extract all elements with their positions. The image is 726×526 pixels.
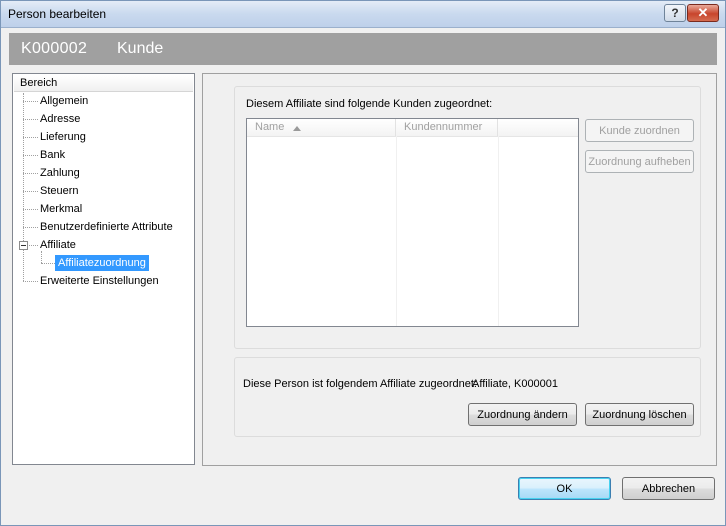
ok-label: OK (556, 482, 573, 495)
tree-connector (23, 93, 24, 281)
tree-item-label: Steuern (40, 185, 79, 197)
tree-item-affiliatezuordnung[interactable]: Affiliatezuordnung (55, 255, 149, 271)
dialog-window: Person bearbeiten ? ✕ K000002 Kunde Bere… (0, 0, 726, 526)
tree-item-zahlung[interactable]: Zahlung (40, 165, 80, 181)
column-divider (498, 136, 499, 326)
tree-connector (23, 101, 38, 102)
remove-assignment-label: Zuordnung aufheben (588, 155, 691, 168)
cancel-button[interactable]: Abbrechen (622, 477, 715, 500)
title-bar[interactable]: Person bearbeiten ? ✕ (1, 1, 725, 28)
tree-connector (23, 227, 38, 228)
delete-assignment-button[interactable]: Zuordnung löschen (585, 403, 694, 426)
tree-item-bank[interactable]: Bank (40, 147, 65, 163)
tree-item-label: Affiliatezuordnung (55, 255, 149, 271)
tree-connector (23, 191, 38, 192)
tree-item-label: Adresse (40, 113, 81, 125)
tree-item-label: Affiliate (40, 239, 76, 251)
person-type: Kunde (117, 40, 164, 57)
tree-item-steuern[interactable]: Steuern (40, 183, 79, 199)
help-button[interactable]: ? (664, 4, 686, 22)
tree-header: Bereich (14, 75, 193, 92)
tree-item-label: Bank (40, 149, 66, 161)
window-title: Person bearbeiten (8, 7, 107, 21)
change-assignment-button[interactable]: Zuordnung ändern (468, 403, 577, 426)
tree-connector (23, 173, 38, 174)
ok-button[interactable]: OK (518, 477, 611, 500)
remove-assignment-button[interactable]: Zuordnung aufheben (585, 150, 694, 173)
tree-item-merkmal[interactable]: Merkmal (40, 201, 82, 217)
person-number: K000002 (21, 40, 88, 57)
customers-list[interactable]: Name Kundennummer (246, 118, 579, 327)
tree-connector (23, 281, 38, 282)
column-header-kundennummer[interactable]: Kundennummer (396, 119, 498, 136)
tree-connector (23, 137, 38, 138)
person-header: K000002 Kunde (9, 33, 717, 65)
tree-item-label: Zahlung (40, 167, 80, 179)
help-icon: ? (671, 6, 679, 20)
collapse-icon[interactable] (19, 241, 28, 250)
column-divider (396, 136, 397, 326)
navigation-tree[interactable]: Bereich Allgemein Adresse Lieferung Bank… (12, 73, 195, 465)
tree-item-erweiterte-einstellungen[interactable]: Erweiterte Einstellungen (40, 273, 159, 289)
tree-item-label: Allgemein (40, 95, 89, 107)
change-assignment-label: Zuordnung ändern (477, 408, 568, 421)
customers-heading: Diesem Affiliate sind folgende Kunden zu… (246, 98, 493, 110)
tree-item-label: Erweiterte Einstellungen (40, 275, 159, 287)
tree-connector (23, 119, 38, 120)
tree-item-affiliate[interactable]: Affiliate (40, 237, 76, 253)
assign-customer-label: Kunde zuordnen (599, 124, 680, 137)
affiliate-value: Affiliate, K000001 (472, 378, 559, 390)
tree-item-lieferung[interactable]: Lieferung (40, 129, 86, 145)
tree-connector (41, 263, 55, 264)
sort-ascending-icon (293, 126, 301, 131)
customers-list-header: Name Kundennummer (247, 119, 578, 137)
tree-item-label: Lieferung (40, 131, 86, 143)
tree-item-label: Benutzerdefinierte Attribute (40, 221, 173, 233)
tree-connector (23, 155, 38, 156)
column-name-label: Name (255, 121, 285, 133)
tree-connector (27, 245, 38, 246)
delete-assignment-label: Zuordnung löschen (592, 408, 687, 421)
close-button[interactable]: ✕ (687, 4, 719, 22)
tree-header-label: Bereich (20, 77, 58, 89)
column-header-name[interactable]: Name (247, 119, 396, 136)
affiliate-label: Diese Person ist folgendem Affiliate zug… (243, 378, 477, 390)
column-kundennummer-label: Kundennummer (404, 121, 483, 133)
tree-item-adresse[interactable]: Adresse (40, 111, 80, 127)
cancel-label: Abbrechen (641, 482, 696, 495)
tree-item-label: Merkmal (40, 203, 83, 215)
close-icon: ✕ (697, 5, 709, 20)
tree-item-allgemein[interactable]: Allgemein (40, 93, 88, 109)
tree-item-benutzerdefinierte-attribute[interactable]: Benutzerdefinierte Attribute (40, 219, 173, 235)
assign-customer-button[interactable]: Kunde zuordnen (585, 119, 694, 142)
tree-connector (23, 209, 38, 210)
